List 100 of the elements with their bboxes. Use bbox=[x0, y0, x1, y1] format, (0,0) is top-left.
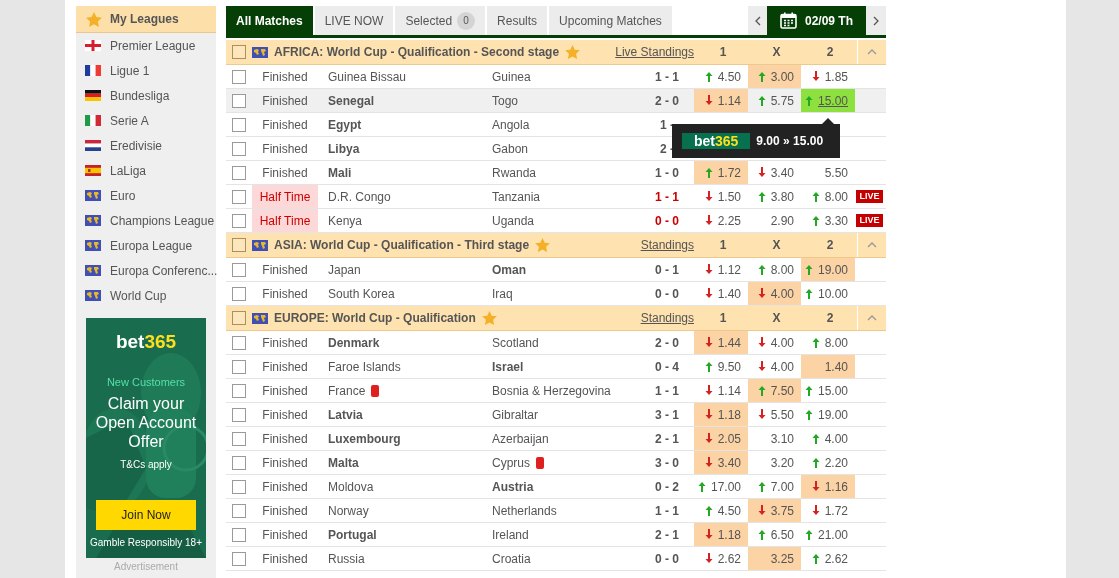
odds-button[interactable]: 19.00 bbox=[801, 258, 855, 281]
standings-link[interactable]: Live Standings bbox=[615, 43, 694, 61]
checkbox[interactable] bbox=[232, 93, 246, 108]
league-item[interactable]: Euro bbox=[76, 183, 216, 208]
odds-button[interactable]: 2.62 bbox=[694, 547, 748, 570]
match-row[interactable]: Finished Senegal Togo 2 - 0 1.14 5.75 15.00 bbox=[226, 89, 886, 113]
odds-button[interactable]: 1.18 bbox=[694, 523, 748, 546]
odds-button[interactable]: 5.75 bbox=[748, 89, 801, 112]
checkbox[interactable] bbox=[232, 455, 246, 470]
join-now-button[interactable]: Join Now bbox=[96, 500, 196, 530]
odds-button[interactable]: 1.18 bbox=[694, 403, 748, 426]
odds-button[interactable]: 3.40 bbox=[694, 451, 748, 474]
next-day-button[interactable] bbox=[866, 6, 886, 35]
checkbox[interactable] bbox=[232, 551, 246, 566]
odds-button[interactable]: 2.05 bbox=[694, 427, 748, 450]
odds-button[interactable]: 3.30 bbox=[801, 209, 855, 232]
checkbox[interactable] bbox=[232, 407, 246, 422]
match-row[interactable]: Finished Norway Netherlands 1 - 1 4.50 3.75 1.72 bbox=[226, 499, 886, 523]
odds-button[interactable]: 5.50 bbox=[748, 403, 801, 426]
checkbox[interactable] bbox=[232, 262, 246, 277]
odds-button[interactable]: 1.50 bbox=[694, 185, 748, 208]
odds-button[interactable]: 1.16 bbox=[801, 475, 855, 498]
league-item[interactable]: Eredivisie bbox=[76, 133, 216, 158]
match-row[interactable]: Finished Guinea Bissau Guinea 1 - 1 4.50 3.00 1.85 bbox=[226, 65, 886, 89]
checkbox[interactable] bbox=[232, 69, 246, 84]
odds-button[interactable]: 2.20 bbox=[801, 451, 855, 474]
odds-button[interactable]: 21.00 bbox=[801, 523, 855, 546]
checkbox[interactable] bbox=[232, 503, 246, 518]
odds-button[interactable]: 1.85 bbox=[801, 65, 855, 88]
odds-button[interactable]: 2.62 bbox=[801, 547, 855, 570]
checkbox[interactable] bbox=[232, 311, 246, 325]
odds-button[interactable]: 8.00 bbox=[801, 331, 855, 354]
odds-button[interactable]: 6.50 bbox=[748, 523, 801, 546]
odds-button[interactable]: 1.40 bbox=[801, 355, 855, 378]
match-row[interactable]: Finished South Korea Iraq 0 - 0 1.40 4.00 10.00 bbox=[226, 282, 886, 306]
match-row[interactable]: Finished Denmark Scotland 2 - 0 1.44 4.00 8.00 bbox=[226, 331, 886, 355]
checkbox[interactable] bbox=[232, 213, 246, 228]
standings-link[interactable]: Standings bbox=[640, 236, 694, 254]
odds-button[interactable]: 1.40 bbox=[694, 282, 748, 305]
odds-button[interactable]: 3.00 bbox=[748, 65, 801, 88]
checkbox[interactable] bbox=[232, 117, 246, 132]
odds-button[interactable]: 7.00 bbox=[748, 475, 801, 498]
odds-button[interactable]: 8.00 bbox=[748, 258, 801, 281]
odds-button[interactable]: 15.00 bbox=[801, 379, 855, 402]
match-row[interactable]: Half Time Kenya Uganda 0 - 0 2.25 2.90 3.30 LIVE bbox=[226, 209, 886, 233]
match-row[interactable]: Finished Moldova Austria 0 - 2 17.00 7.00 1.16 bbox=[226, 475, 886, 499]
odds-button[interactable]: 5.50 bbox=[801, 161, 855, 184]
match-row[interactable]: Half Time D.R. Congo Tanzania 1 - 1 1.50 3.80 8.00 LIVE bbox=[226, 185, 886, 209]
checkbox[interactable] bbox=[232, 431, 246, 446]
odds-button[interactable]: 9.50 bbox=[694, 355, 748, 378]
odds-button[interactable]: 4.50 bbox=[694, 499, 748, 522]
odds-button[interactable]: 1.72 bbox=[694, 161, 748, 184]
checkbox[interactable] bbox=[232, 238, 246, 252]
match-row[interactable]: Finished Mali Rwanda 1 - 0 1.72 3.40 5.50 bbox=[226, 161, 886, 185]
match-row[interactable]: Finished France Bosnia & Herzegovina 1 - 1 1.14 7.50 15.00 bbox=[226, 379, 886, 403]
odds-button[interactable]: 4.00 bbox=[748, 331, 801, 354]
league-item[interactable]: Europa League bbox=[76, 233, 216, 258]
league-item[interactable]: Premier League bbox=[76, 33, 216, 58]
odds-button[interactable]: 3.25 bbox=[748, 547, 801, 570]
match-row[interactable]: Finished Portugal Ireland 2 - 1 1.18 6.50 21.00 bbox=[226, 523, 886, 547]
checkbox[interactable] bbox=[232, 45, 246, 59]
odds-button[interactable]: 3.40 bbox=[748, 161, 801, 184]
match-row[interactable]: Finished Japan Oman 0 - 1 1.12 8.00 19.00 bbox=[226, 258, 886, 282]
league-item[interactable]: Bundesliga bbox=[76, 83, 216, 108]
odds-button[interactable]: 4.00 bbox=[748, 282, 801, 305]
league-item[interactable]: Europa Conferenc... bbox=[76, 258, 216, 283]
odds-button[interactable]: 2.25 bbox=[694, 209, 748, 232]
checkbox[interactable] bbox=[232, 527, 246, 542]
match-row[interactable]: Finished Russia Croatia 0 - 0 2.62 3.25 2.62 bbox=[226, 547, 886, 571]
previous-day-button[interactable] bbox=[748, 6, 767, 35]
league-item[interactable]: Ligue 1 bbox=[76, 58, 216, 83]
match-row[interactable]: Finished Faroe Islands Israel 0 - 4 9.50 4.00 1.40 bbox=[226, 355, 886, 379]
odds-button[interactable]: 1.14 bbox=[694, 89, 748, 112]
checkbox[interactable] bbox=[232, 141, 246, 156]
tab[interactable]: Results bbox=[487, 6, 548, 35]
tab[interactable]: LIVE NOW bbox=[314, 6, 394, 35]
tab[interactable]: Selected 0 bbox=[395, 6, 486, 35]
odds-button[interactable]: 1.12 bbox=[694, 258, 748, 281]
checkbox[interactable] bbox=[232, 165, 246, 180]
odds-button[interactable]: 10.00 bbox=[801, 282, 855, 305]
odds-button[interactable]: 2.90 bbox=[748, 209, 801, 232]
tab[interactable]: All Matches bbox=[226, 6, 313, 35]
standings-link[interactable]: Standings bbox=[640, 309, 694, 327]
odds-button[interactable]: 7.50 bbox=[748, 379, 801, 402]
checkbox[interactable] bbox=[232, 383, 246, 398]
match-row[interactable]: Finished Luxembourg Azerbaijan 2 - 1 2.05 3.10 4.00 bbox=[226, 427, 886, 451]
odds-button[interactable]: 15.00 bbox=[801, 89, 855, 112]
checkbox[interactable] bbox=[232, 335, 246, 350]
odds-button[interactable]: 1.44 bbox=[694, 331, 748, 354]
tab[interactable]: Upcoming Matches bbox=[549, 6, 672, 35]
league-item[interactable]: LaLiga bbox=[76, 158, 216, 183]
checkbox[interactable] bbox=[232, 479, 246, 494]
date-picker[interactable]: 02/09 Th bbox=[767, 6, 866, 35]
odds-button[interactable]: 4.00 bbox=[801, 427, 855, 450]
odds-button[interactable]: 3.20 bbox=[748, 451, 801, 474]
odds-button[interactable]: 1.14 bbox=[694, 379, 748, 402]
odds-button[interactable]: 3.75 bbox=[748, 499, 801, 522]
odds-button[interactable]: 3.10 bbox=[748, 427, 801, 450]
checkbox[interactable] bbox=[232, 189, 246, 204]
odds-button[interactable]: 19.00 bbox=[801, 403, 855, 426]
